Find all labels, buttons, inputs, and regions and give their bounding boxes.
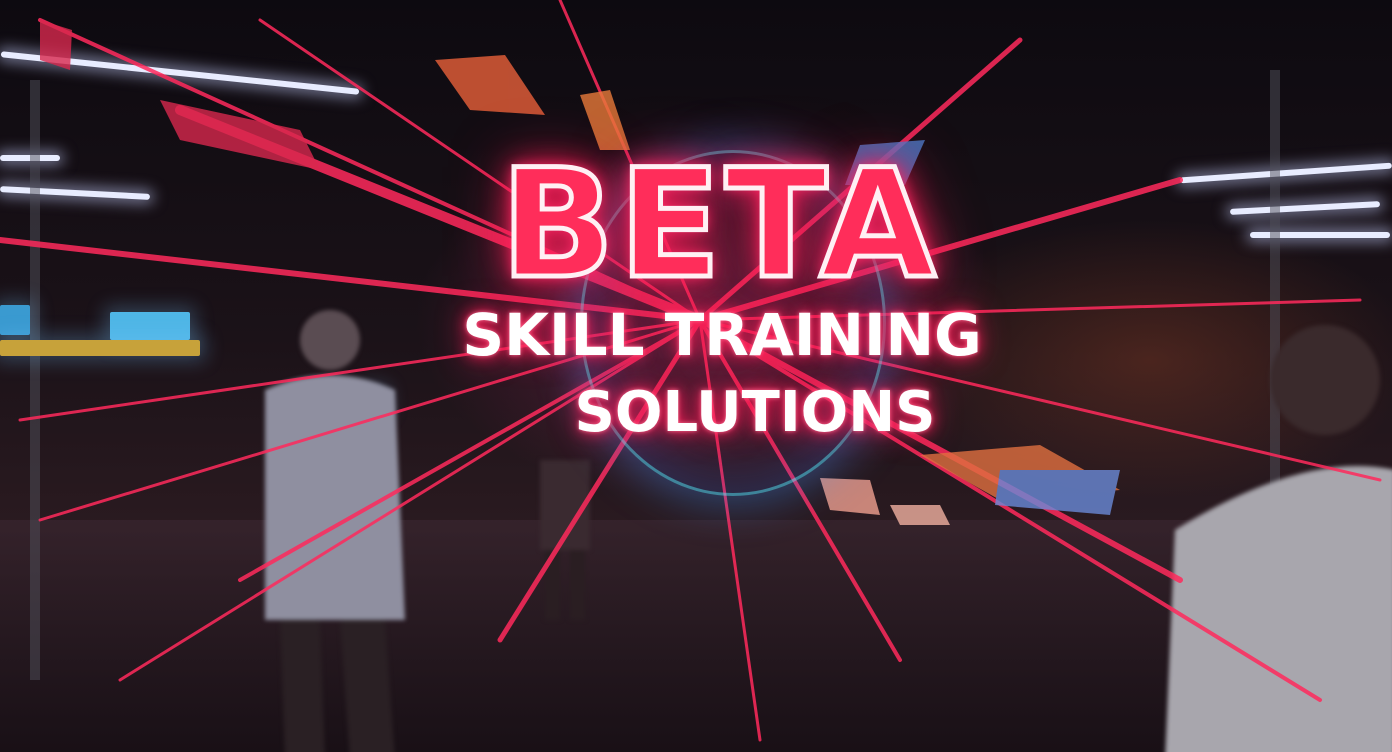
headline-line-2: SOLUTIONS (574, 380, 936, 445)
background-scene (0, 0, 1392, 752)
headline-line-1: SKILL TRAINING (462, 301, 982, 369)
headline-word: BETA (498, 138, 940, 312)
